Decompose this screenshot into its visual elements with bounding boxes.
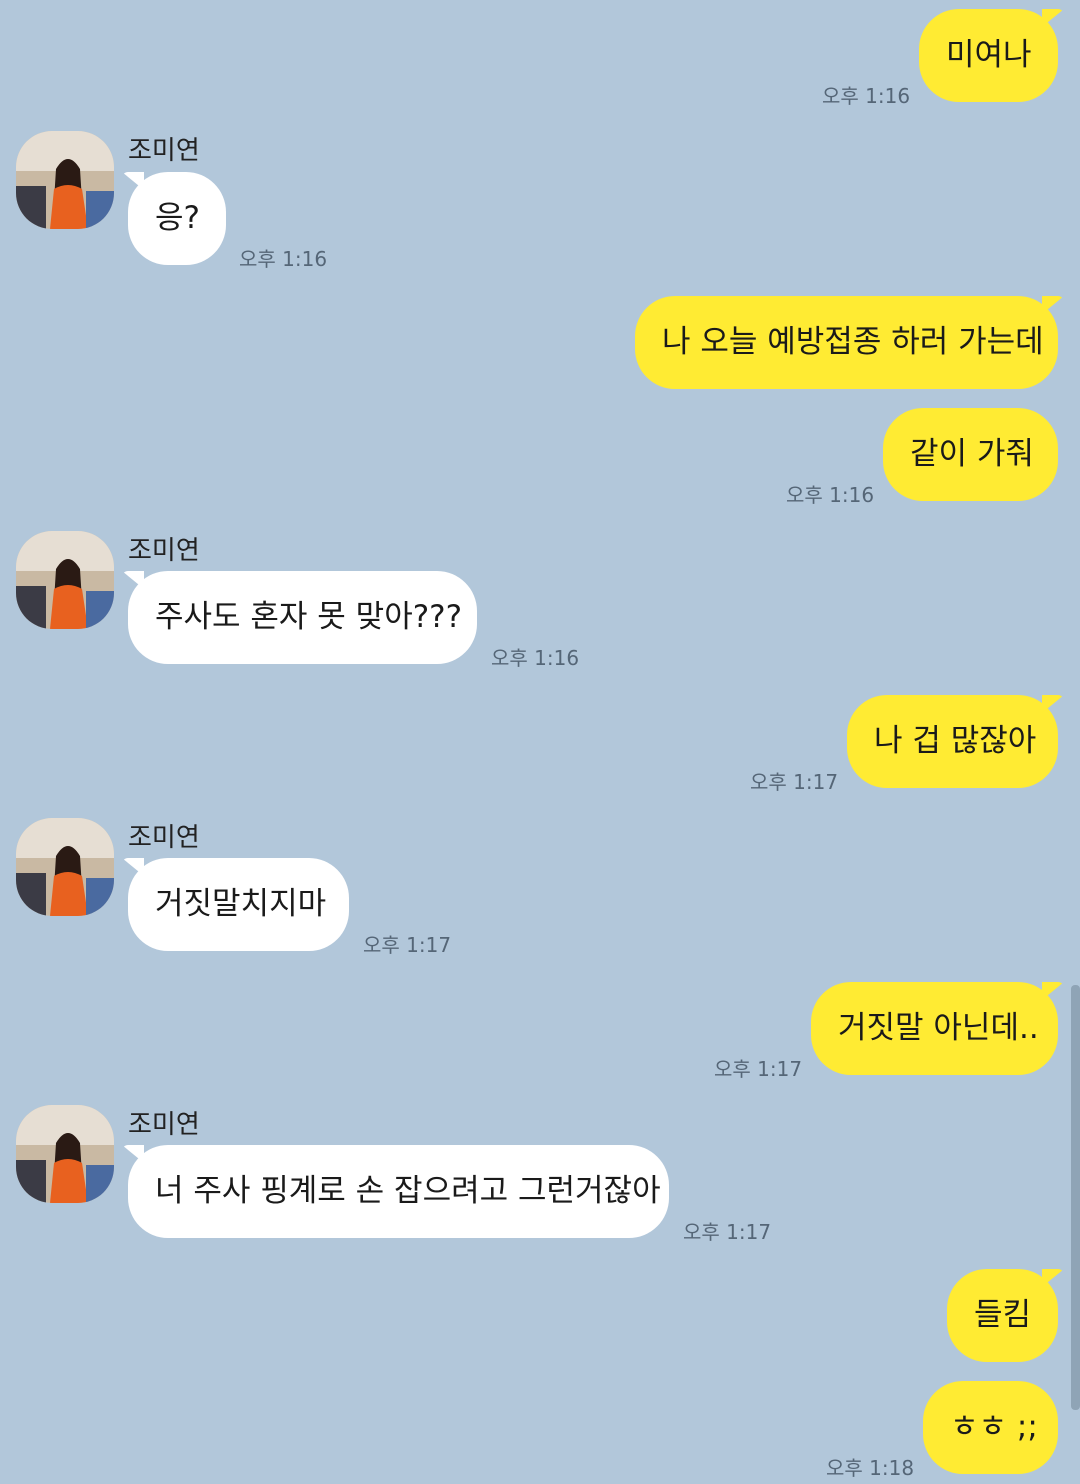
message-time: 오후 1:18	[826, 1456, 915, 1480]
message-bubble-outgoing[interactable]: 미여나	[919, 9, 1064, 102]
message-text: 너 주사 핑계로 손 잡으려고 그런거잖아	[155, 1173, 661, 1209]
bubble-tail	[1042, 296, 1064, 314]
message-text: 거짓말 아닌데..	[838, 1010, 1039, 1046]
message-text: 나 겁 많잖아	[874, 723, 1037, 759]
message-text: 주사도 혼자 못 맞아???	[155, 599, 463, 635]
message-time: 오후 1:17	[750, 770, 839, 794]
contact-avatar[interactable]	[16, 818, 114, 916]
message-bubble-incoming[interactable]: 너 주사 핑계로 손 잡으려고 그런거잖아	[122, 1145, 669, 1238]
message-time: 오후 1:17	[714, 1057, 803, 1081]
message-bubble-outgoing[interactable]: 나 겁 많잖아	[847, 695, 1064, 788]
bubble-tail	[1042, 695, 1064, 713]
message-bubble-incoming[interactable]: 응?	[122, 172, 226, 265]
message-bubble-outgoing[interactable]: 들킴	[947, 1269, 1064, 1362]
message-time: 오후 1:16	[491, 646, 580, 670]
bubble-tail	[1042, 1269, 1064, 1287]
bubble-tail	[122, 571, 144, 589]
message-bubble-outgoing[interactable]: 같이 가줘	[883, 408, 1058, 501]
bubble-tail	[1042, 982, 1064, 1000]
message-bubble-outgoing[interactable]: 거짓말 아닌데..	[811, 982, 1064, 1075]
message-bubble-incoming[interactable]: 주사도 혼자 못 맞아???	[122, 571, 477, 664]
contact-name: 조미연	[128, 536, 200, 566]
contact-avatar[interactable]	[16, 531, 114, 629]
message-text: 미여나	[946, 37, 1032, 73]
contact-avatar[interactable]	[16, 131, 114, 229]
message-bubble-outgoing[interactable]: ㅎㅎ ;;	[923, 1381, 1058, 1474]
contact-avatar[interactable]	[16, 1105, 114, 1203]
message-time: 오후 1:16	[822, 84, 911, 108]
bubble-tail	[122, 172, 144, 190]
message-text: 같이 가줘	[910, 436, 1034, 472]
contact-name: 조미연	[128, 1110, 200, 1140]
message-text: 들킴	[974, 1297, 1032, 1333]
message-bubble-outgoing[interactable]: 나 오늘 예방접종 하러 가는데	[635, 296, 1064, 389]
message-time: 오후 1:16	[786, 483, 875, 507]
bubble-tail	[122, 858, 144, 876]
message-bubble-incoming[interactable]: 거짓말치지마	[122, 858, 349, 951]
message-text: 거짓말치지마	[155, 886, 327, 922]
message-text: 나 오늘 예방접종 하러 가는데	[662, 324, 1044, 360]
contact-name: 조미연	[128, 823, 200, 853]
bubble-tail	[1042, 9, 1064, 27]
message-time: 오후 1:16	[239, 247, 328, 271]
message-time: 오후 1:17	[683, 1220, 772, 1244]
message-text: ㅎㅎ ;;	[950, 1409, 1038, 1445]
message-time: 오후 1:17	[363, 933, 452, 957]
scrollbar[interactable]	[1071, 985, 1080, 1410]
message-text: 응?	[155, 200, 200, 236]
bubble-tail	[122, 1145, 144, 1163]
contact-name: 조미연	[128, 136, 200, 166]
